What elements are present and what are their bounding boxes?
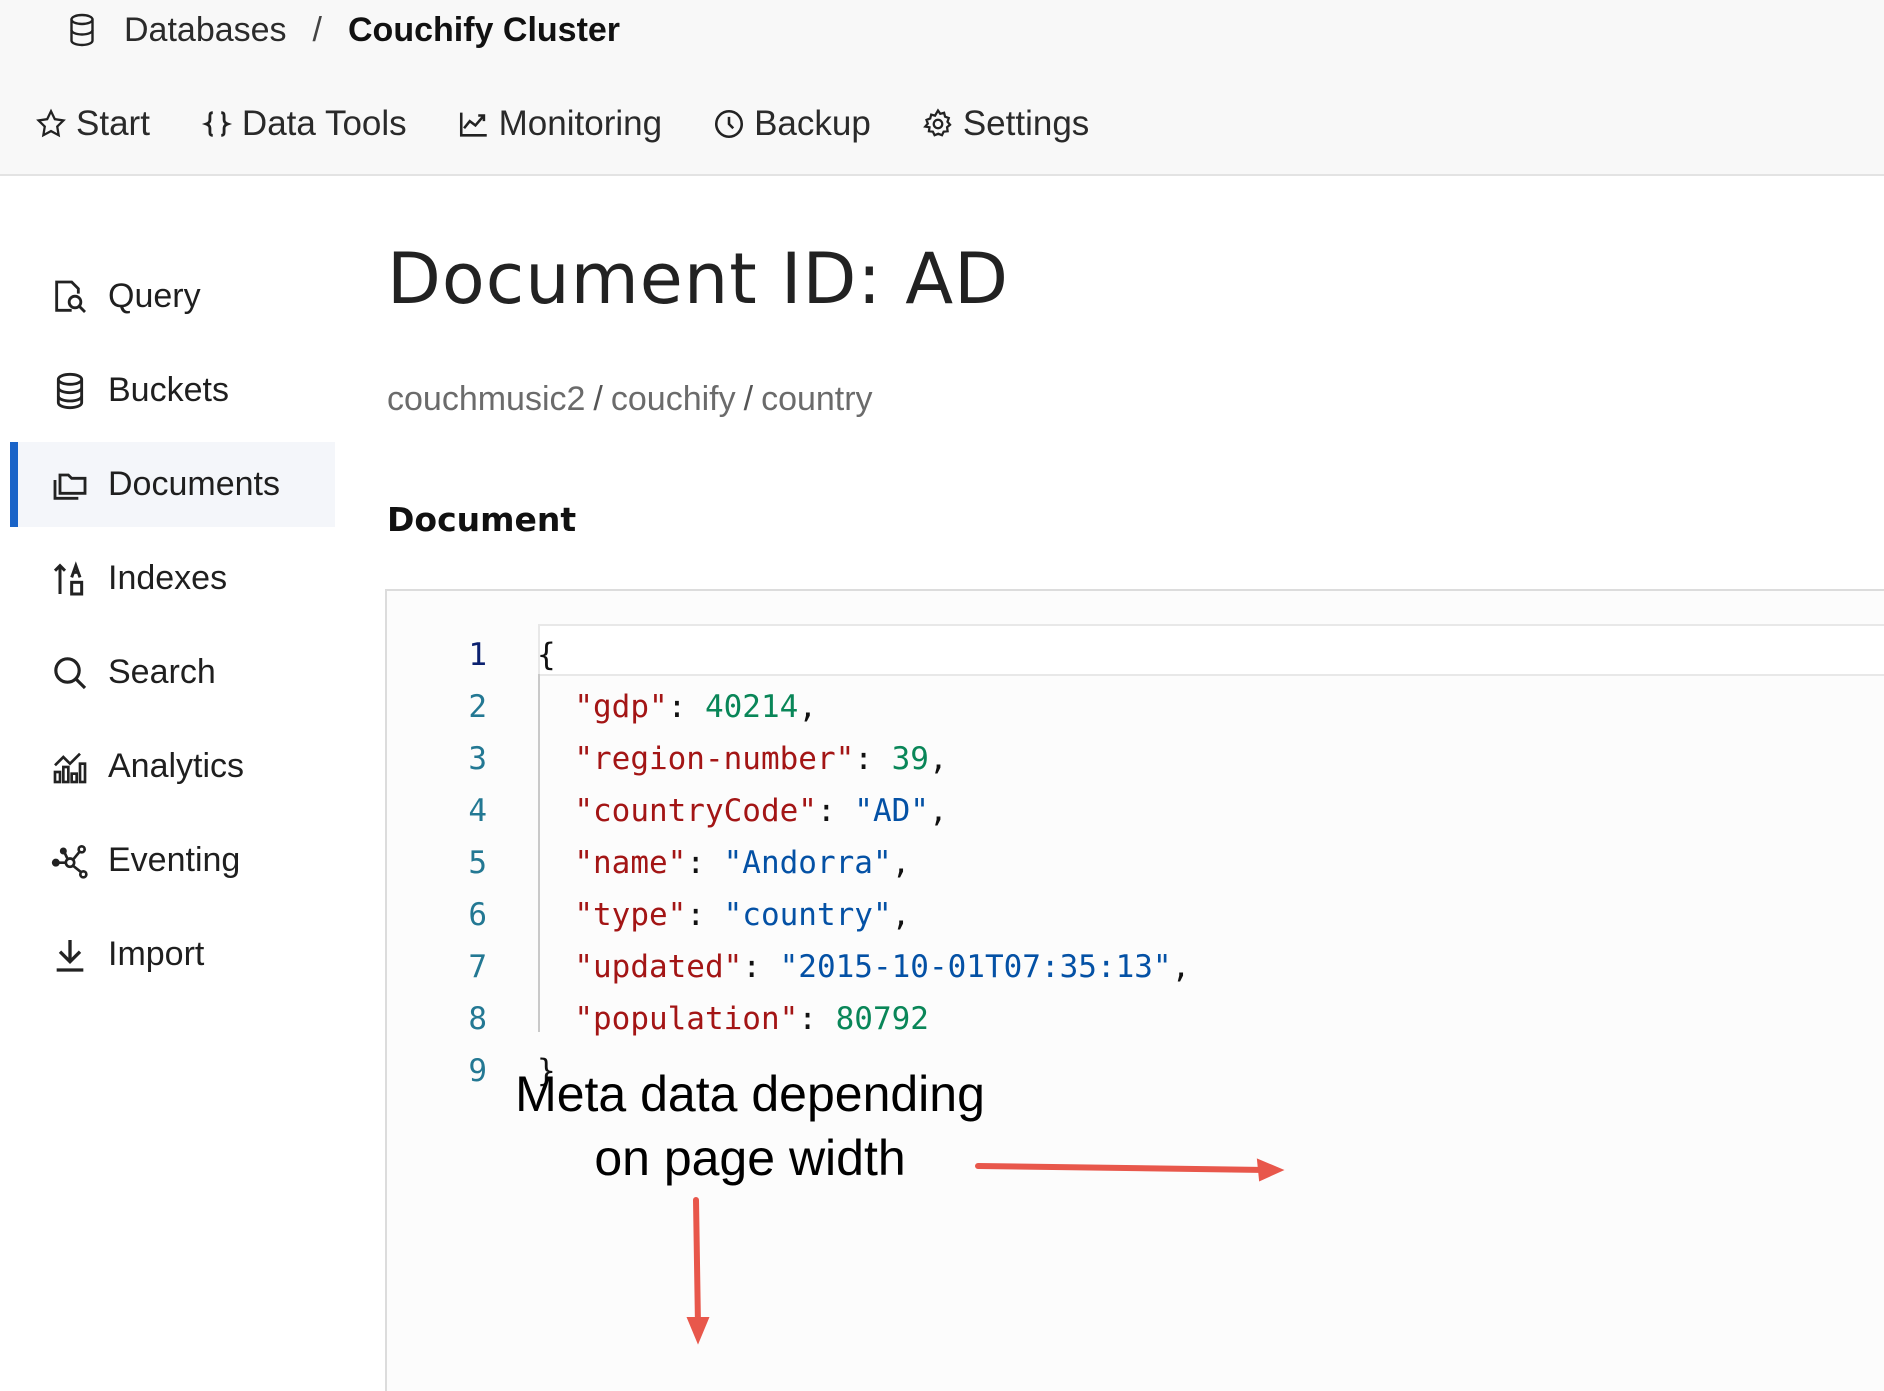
code-line: 8 "population": 80792 — [387, 993, 1190, 1045]
tab-start[interactable]: Start — [34, 104, 150, 144]
indexes-icon — [53, 560, 84, 595]
json-value: 80792 — [835, 1001, 929, 1037]
breadcrumb-current-cluster: Couchify Cluster — [348, 10, 621, 49]
database-icon — [70, 13, 94, 47]
path-separator: / — [593, 380, 603, 418]
sidebar: Query Buckets Documents Indexes Search A… — [10, 254, 335, 1006]
tab-backup[interactable]: Backup — [712, 104, 871, 144]
json-value: 39 — [891, 741, 929, 777]
sidebar-item-buckets[interactable]: Buckets — [10, 348, 335, 433]
annotation-text: Meta data depending on page width — [480, 1062, 1020, 1190]
tab-settings[interactable]: Settings — [921, 104, 1089, 144]
search-icon — [54, 656, 87, 689]
sidebar-item-label: Search — [108, 653, 216, 691]
code-line: 7 "updated": "2015-10-01T07:35:13", — [387, 941, 1190, 993]
gear-icon — [922, 108, 952, 137]
json-key: "gdp" — [574, 689, 668, 725]
sidebar-item-analytics[interactable]: Analytics — [10, 724, 335, 809]
document-section-label: Document — [387, 500, 577, 539]
code-line: 5 "name": "Andorra", — [387, 837, 1190, 889]
comma: , — [798, 689, 817, 725]
tab-monitoring[interactable]: Monitoring — [457, 104, 662, 144]
tab-start-label: Start — [76, 104, 150, 143]
line-number: 8 — [468, 1001, 487, 1037]
top-header: Databases / Couchify Cluster Start Data … — [0, 0, 1884, 176]
json-value: "AD" — [854, 793, 929, 829]
json-key: "countryCode" — [574, 793, 817, 829]
top-nav-tabs: Start Data Tools Monitoring Backup Setti… — [34, 100, 1139, 148]
sidebar-item-label: Analytics — [108, 747, 245, 785]
database-icon — [56, 372, 84, 409]
comma: , — [928, 793, 948, 829]
star-icon — [36, 108, 66, 138]
sidebar-item-label: Documents — [108, 465, 280, 503]
sidebar-item-eventing[interactable]: Eventing — [10, 818, 335, 903]
json-key: "type" — [574, 897, 687, 933]
code-line: 4 "countryCode": "AD", — [387, 785, 1190, 837]
comma: , — [1171, 949, 1191, 985]
tab-monitoring-label: Monitoring — [498, 104, 663, 143]
sidebar-item-import[interactable]: Import — [10, 912, 335, 997]
page-title: Document ID: AD — [387, 238, 1010, 320]
comma: , — [891, 897, 911, 933]
line-number: 3 — [468, 741, 487, 777]
sidebar-item-query[interactable]: Query — [10, 254, 335, 339]
sidebar-item-label: Eventing — [108, 841, 241, 879]
line-number: 4 — [468, 793, 487, 829]
sidebar-item-indexes[interactable]: Indexes — [10, 536, 335, 621]
path-collection[interactable]: country — [761, 380, 873, 418]
breadcrumb: Databases / Couchify Cluster — [64, 6, 620, 54]
json-key: "region-number" — [574, 741, 855, 777]
line-number: 2 — [468, 689, 487, 725]
tab-settings-label: Settings — [962, 104, 1090, 143]
analytics-icon — [53, 752, 87, 783]
clock-icon — [715, 109, 744, 139]
chart-line-icon — [459, 112, 487, 137]
code-line: 2 "gdp": 40214, — [387, 681, 1190, 733]
json-key: "population" — [574, 1001, 799, 1037]
tab-backup-label: Backup — [754, 104, 871, 143]
sidebar-item-documents[interactable]: Documents — [10, 442, 335, 527]
sidebar-item-search[interactable]: Search — [10, 630, 335, 715]
sidebar-item-label: Buckets — [108, 371, 229, 409]
open-brace: { — [537, 637, 556, 673]
path-separator: / — [743, 380, 754, 418]
documents-icon — [53, 473, 87, 500]
line-number: 1 — [468, 637, 487, 673]
json-value: 40214 — [704, 689, 799, 725]
line-number: 7 — [468, 949, 487, 985]
sidebar-item-label: Query — [108, 277, 201, 315]
code-line: 3 "region-number": 39, — [387, 733, 1190, 785]
annotation-line: Meta data depending — [515, 1066, 985, 1122]
json-editor[interactable]: 1{ 2 "gdp": 40214, 3 "region-number": 39… — [385, 589, 1884, 1391]
query-icon — [55, 280, 87, 313]
path-scope[interactable]: couchify — [611, 380, 736, 418]
breadcrumb-databases-link[interactable]: Databases — [124, 11, 287, 50]
comma: , — [928, 741, 948, 777]
json-value: "2015-10-01T07:35:13" — [779, 949, 1172, 985]
code-area[interactable]: 1{ 2 "gdp": 40214, 3 "region-number": 39… — [387, 629, 1190, 1097]
annotation-line: on page width — [594, 1130, 906, 1186]
code-line: 6 "type": "country", — [387, 889, 1190, 941]
download-icon — [56, 939, 84, 972]
sidebar-item-label: Import — [108, 935, 205, 973]
json-key: "updated" — [574, 949, 743, 985]
tab-data-tools-label: Data Tools — [241, 104, 407, 143]
json-key: "name" — [574, 845, 687, 881]
line-number: 5 — [468, 845, 487, 881]
eventing-icon — [51, 844, 88, 879]
tab-data-tools[interactable]: Data Tools — [200, 104, 407, 144]
json-value: "country" — [723, 897, 892, 933]
path-bucket[interactable]: couchmusic2 — [387, 380, 585, 418]
json-value: "Andorra" — [723, 845, 892, 881]
sidebar-item-label: Indexes — [108, 559, 228, 597]
braces-icon — [201, 111, 233, 137]
breadcrumb-separator: / — [312, 10, 322, 49]
code-line: 1{ — [387, 629, 1190, 681]
keyspace-path: couchmusic2/couchify / country — [387, 380, 873, 419]
line-number: 6 — [468, 897, 487, 933]
comma: , — [891, 845, 911, 881]
